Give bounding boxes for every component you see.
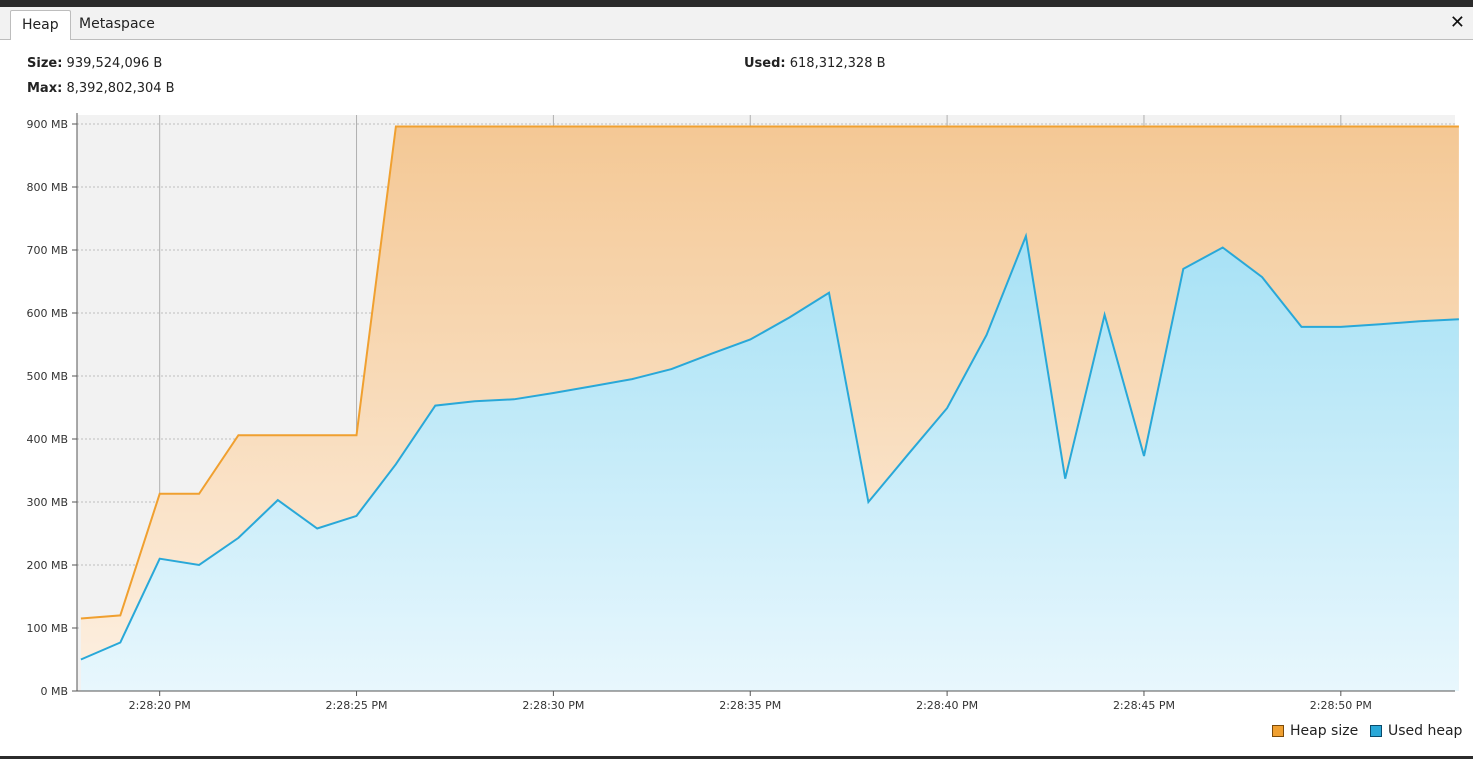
y-tick-label: 600 MB	[26, 307, 68, 320]
size-label: Size:	[27, 56, 63, 71]
y-tick-label: 500 MB	[26, 370, 68, 383]
window-top-border	[0, 0, 1473, 7]
y-axis-labels: 0 MB 100 MB 200 MB 300 MB 400 MB 500 MB 600 MB…	[26, 118, 77, 698]
heap-size-swatch	[1272, 725, 1284, 737]
close-icon[interactable]: ✕	[1450, 14, 1465, 32]
x-tick-label: 2:28:45 PM	[1113, 699, 1175, 712]
x-tick-label: 2:28:30 PM	[522, 699, 584, 712]
x-axis-labels: 2:28:20 PM 2:28:25 PM 2:28:30 PM 2:28:35 PM…	[129, 691, 1372, 712]
used-label: Used:	[744, 56, 786, 71]
tab-metaspace[interactable]: Metaspace	[68, 10, 166, 38]
tab-heap[interactable]: Heap	[10, 10, 71, 40]
x-tick-label: 2:28:35 PM	[719, 699, 781, 712]
max-value: 8,392,802,304 B	[66, 81, 175, 96]
size-stat: Size: 939,524,096 B	[27, 56, 162, 71]
y-tick-label: 800 MB	[26, 181, 68, 194]
used-value: 618,312,328 B	[789, 56, 886, 71]
y-tick-label: 700 MB	[26, 244, 68, 257]
x-tick-label: 2:28:20 PM	[129, 699, 191, 712]
used-heap-swatch	[1370, 725, 1382, 737]
y-tick-label: 0 MB	[40, 685, 68, 698]
max-stat: Max: 8,392,802,304 B	[27, 81, 175, 96]
x-tick-label: 2:28:50 PM	[1310, 699, 1372, 712]
y-tick-label: 400 MB	[26, 433, 68, 446]
heap-chart: 0 MB 100 MB 200 MB 300 MB 400 MB 500 MB 600 MB…	[26, 113, 1459, 712]
legend-heap-size: Heap size	[1272, 723, 1358, 739]
y-tick-label: 100 MB	[26, 622, 68, 635]
y-tick-label: 200 MB	[26, 559, 68, 572]
y-tick-label: 900 MB	[26, 118, 68, 131]
x-tick-label: 2:28:40 PM	[916, 699, 978, 712]
size-value: 939,524,096 B	[66, 56, 163, 71]
x-tick-label: 2:28:25 PM	[326, 699, 388, 712]
legend-used-heap-label: Used heap	[1388, 723, 1463, 739]
legend-used-heap: Used heap	[1370, 723, 1462, 739]
tab-strip: Heap Metaspace ✕	[0, 7, 1473, 40]
y-tick-label: 300 MB	[26, 496, 68, 509]
legend-heap-size-label: Heap size	[1290, 723, 1359, 739]
used-stat: Used: 618,312,328 B	[744, 56, 886, 71]
max-label: Max:	[27, 81, 63, 96]
